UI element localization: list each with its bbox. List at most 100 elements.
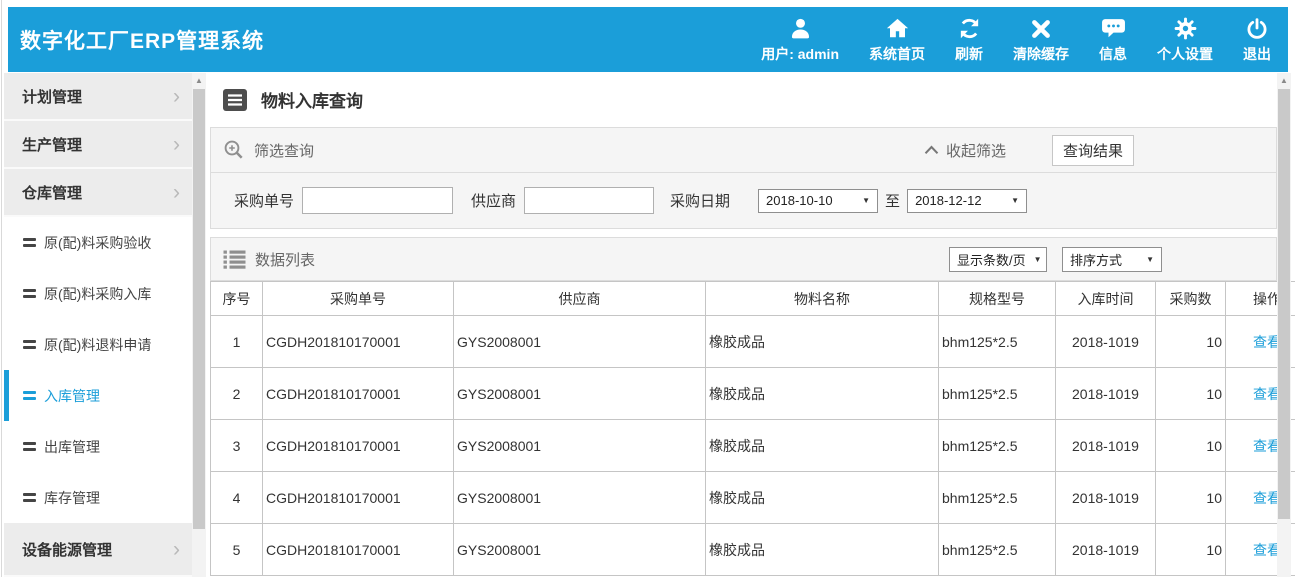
message-icon [1101, 15, 1126, 41]
cell-intake-time: 2018-1019 [1056, 472, 1156, 524]
nav-refresh[interactable]: 刷新 [940, 7, 998, 72]
cell-order-no: CGDH201810170001 [263, 316, 454, 368]
cell-order-no: CGDH201810170001 [263, 368, 454, 420]
refresh-icon [957, 15, 982, 41]
nav-logout[interactable]: 退出 [1228, 7, 1286, 72]
date-from-select[interactable]: 2018-10-10 ▼ [758, 189, 878, 213]
date-to-value: 2018-12-12 [915, 193, 982, 208]
nav-user-label: 用户: admin [761, 44, 839, 64]
sidebar-item-plan-mgmt[interactable]: 计划管理 › [4, 73, 192, 121]
page-scrollbar[interactable]: ▲ [1277, 73, 1291, 577]
chevron-right-icon: › [173, 134, 180, 155]
query-result-button[interactable]: 查询结果 [1052, 135, 1134, 166]
purchase-date-label: 采购日期 [670, 190, 730, 211]
col-header-spec: 规格型号 [939, 282, 1056, 316]
logout-power-icon [1245, 15, 1269, 41]
scroll-up-arrow-icon[interactable]: ▲ [1277, 76, 1291, 86]
sidebar-subitem-label: 原(配)料退料申请 [44, 335, 151, 355]
sidebar-scrollbar-thumb[interactable] [193, 89, 205, 529]
select-dropdown-arrow-icon: ▼ [862, 196, 870, 205]
table-row: 2 CGDH201810170001 GYS2008001 橡胶成品 bhm12… [211, 368, 1295, 420]
sidebar-item-inventory-mgmt[interactable]: 库存管理 [4, 472, 192, 523]
menu-bars-icon [23, 389, 36, 403]
sidebar-item-production-mgmt[interactable]: 生产管理 › [4, 121, 192, 169]
nav-settings-label: 个人设置 [1157, 44, 1213, 64]
sidebar-item-raw-material-acceptance[interactable]: 原(配)料采购验收 [4, 217, 192, 268]
select-dropdown-arrow-icon: ▼ [1146, 255, 1154, 264]
col-header-intake-time: 入库时间 [1056, 282, 1156, 316]
page-scrollbar-thumb[interactable] [1278, 89, 1290, 519]
cell-order-no: CGDH201810170001 [263, 420, 454, 472]
cell-supplier: GYS2008001 [454, 368, 706, 420]
col-header-supplier: 供应商 [454, 282, 706, 316]
settings-gear-icon [1173, 15, 1198, 41]
cell-supplier: GYS2008001 [454, 316, 706, 368]
sidebar-subitem-label: 原(配)料采购入库 [44, 284, 151, 304]
nav-message-label: 信息 [1099, 44, 1127, 64]
sidebar-item-raw-material-inbound[interactable]: 原(配)料采购入库 [4, 268, 192, 319]
cell-intake-time: 2018-1019 [1056, 420, 1156, 472]
cell-material: 橡胶成品 [706, 524, 939, 576]
table-row: 3 CGDH201810170001 GYS2008001 橡胶成品 bhm12… [211, 420, 1295, 472]
cell-qty: 10 [1156, 524, 1226, 576]
cell-supplier: GYS2008001 [454, 524, 706, 576]
user-icon [788, 15, 813, 41]
main-content: 物料入库查询 筛选查询 收起筛选 [210, 72, 1295, 577]
sort-order-select[interactable]: 排序方式 ▼ [1062, 247, 1162, 272]
table-header-row: 序号 采购单号 供应商 物料名称 规格型号 入库时间 采购数 操作 [211, 282, 1295, 316]
data-list-toolbar: 数据列表 显示条数/页 ▼ 排序方式 ▼ [210, 237, 1277, 281]
cell-order-no: CGDH201810170001 [263, 472, 454, 524]
nav-settings[interactable]: 个人设置 [1142, 7, 1228, 72]
cell-intake-time: 2018-1019 [1056, 316, 1156, 368]
cell-seq: 2 [211, 368, 263, 420]
col-header-seq: 序号 [211, 282, 263, 316]
cell-seq: 1 [211, 316, 263, 368]
col-header-material: 物料名称 [706, 282, 939, 316]
menu-bars-icon [23, 338, 36, 352]
nav-user[interactable]: 用户: admin [746, 7, 854, 72]
page-size-select[interactable]: 显示条数/页 ▼ [949, 247, 1047, 272]
nav-logout-label: 退出 [1243, 44, 1271, 64]
scroll-up-arrow-icon[interactable]: ▲ [192, 76, 206, 86]
sidebar-item-equipment-energy-mgmt[interactable]: 设备能源管理 › [4, 523, 192, 577]
data-list-title: 数据列表 [255, 249, 315, 270]
table-row: 4 CGDH201810170001 GYS2008001 橡胶成品 bhm12… [211, 472, 1295, 524]
sidebar-section-label: 仓库管理 [22, 182, 82, 203]
menu-bars-icon [23, 287, 36, 301]
date-range-separator: 至 [885, 190, 900, 211]
menu-bars-icon [23, 491, 36, 505]
nav-message[interactable]: 信息 [1084, 7, 1142, 72]
sidebar-item-warehouse-mgmt[interactable]: 仓库管理 › [4, 169, 192, 217]
cell-supplier: GYS2008001 [454, 472, 706, 524]
collapse-filter-label: 收起筛选 [946, 140, 1006, 161]
sidebar-item-outbound-mgmt[interactable]: 出库管理 [4, 421, 192, 472]
chevron-up-icon [924, 142, 939, 159]
nav-refresh-label: 刷新 [955, 44, 983, 64]
chevron-right-icon: › [173, 86, 180, 107]
inbound-query-table: 序号 采购单号 供应商 物料名称 规格型号 入库时间 采购数 操作 1 CGDH… [210, 281, 1295, 576]
collapse-filter-toggle[interactable]: 收起筛选 [924, 140, 1006, 161]
nav-home-label: 系统首页 [869, 44, 925, 64]
nav-clear-cache[interactable]: 清除缓存 [998, 7, 1084, 72]
purchase-no-label: 采购单号 [234, 190, 294, 211]
cell-spec: bhm125*2.5 [939, 472, 1056, 524]
supplier-input[interactable] [524, 187, 654, 214]
sidebar-scrollbar[interactable]: ▲ [192, 73, 206, 577]
chevron-right-icon: › [173, 539, 180, 560]
cell-seq: 3 [211, 420, 263, 472]
nav-home[interactable]: 系统首页 [854, 7, 940, 72]
cell-qty: 10 [1156, 420, 1226, 472]
menu-bars-icon [23, 236, 36, 250]
filter-header-row: 筛选查询 收起筛选 查询结果 [211, 128, 1276, 173]
date-to-select[interactable]: 2018-12-12 ▼ [907, 189, 1027, 213]
page-size-value: 显示条数/页 [957, 250, 1026, 269]
sidebar-item-raw-material-return[interactable]: 原(配)料退料申请 [4, 319, 192, 370]
purchase-no-input[interactable] [302, 187, 453, 214]
home-icon [885, 15, 910, 41]
sidebar-section-label: 生产管理 [22, 134, 82, 155]
nav-clear-cache-label: 清除缓存 [1013, 44, 1069, 64]
sidebar: 计划管理 › 生产管理 › 仓库管理 › 原(配)料采购验收 原(配)料采购入库… [4, 73, 192, 577]
cell-qty: 10 [1156, 316, 1226, 368]
sidebar-item-inbound-mgmt-active[interactable]: 入库管理 [4, 370, 192, 421]
window-left-edge [1, 0, 2, 577]
